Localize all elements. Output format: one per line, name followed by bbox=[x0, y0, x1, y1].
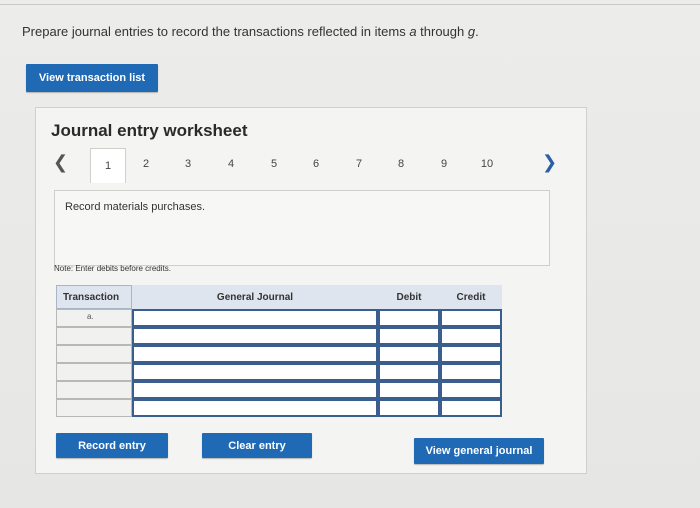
worksheet-title: Journal entry worksheet bbox=[51, 121, 248, 140]
table-row bbox=[56, 363, 502, 381]
credit-input[interactable] bbox=[440, 363, 502, 381]
header-general-journal: General Journal bbox=[132, 285, 378, 309]
table-row bbox=[56, 381, 502, 399]
transaction-cell bbox=[56, 399, 132, 417]
tab-10[interactable]: 10 bbox=[477, 158, 497, 170]
top-divider bbox=[0, 4, 700, 5]
header-transaction: Transaction bbox=[56, 285, 132, 309]
table-row bbox=[56, 399, 502, 417]
prompt-text-end: . bbox=[475, 24, 479, 39]
prompt-text: Prepare journal entries to record the tr… bbox=[22, 24, 410, 39]
transaction-cell bbox=[56, 345, 132, 363]
table-row: a. bbox=[56, 309, 502, 327]
tab-9[interactable]: 9 bbox=[434, 158, 454, 170]
credit-input[interactable] bbox=[440, 345, 502, 363]
account-select[interactable] bbox=[132, 345, 378, 363]
table-row bbox=[56, 345, 502, 363]
tab-2[interactable]: 2 bbox=[136, 158, 156, 170]
debit-input[interactable] bbox=[378, 345, 440, 363]
prompt-text-mid: through bbox=[416, 24, 468, 39]
transaction-description-box: Record materials purchases. bbox=[54, 190, 550, 266]
worksheet-tab-nav: ❮ 1 2 3 4 5 6 7 8 9 10 ❯ bbox=[36, 146, 586, 184]
clear-entry-button[interactable]: Clear entry bbox=[202, 433, 312, 458]
transaction-cell bbox=[56, 327, 132, 345]
account-select[interactable] bbox=[132, 381, 378, 399]
record-entry-button[interactable]: Record entry bbox=[56, 433, 168, 458]
credit-input[interactable] bbox=[440, 381, 502, 399]
transaction-description: Record materials purchases. bbox=[65, 201, 206, 213]
account-select[interactable] bbox=[132, 399, 378, 417]
tab-1[interactable]: 1 bbox=[90, 148, 126, 183]
header-credit: Credit bbox=[440, 285, 502, 309]
account-select[interactable] bbox=[132, 309, 378, 327]
debit-input[interactable] bbox=[378, 327, 440, 345]
view-general-journal-button[interactable]: View general journal bbox=[414, 438, 544, 464]
tab-6[interactable]: 6 bbox=[306, 158, 326, 170]
debit-input[interactable] bbox=[378, 399, 440, 417]
chevron-left-icon[interactable]: ❮ bbox=[53, 152, 68, 173]
header-debit: Debit bbox=[378, 285, 440, 309]
journal-entry-worksheet: Journal entry worksheet ❮ 1 2 3 4 5 6 7 … bbox=[35, 107, 587, 474]
debit-input[interactable] bbox=[378, 381, 440, 399]
transaction-cell bbox=[56, 363, 132, 381]
debit-input[interactable] bbox=[378, 309, 440, 327]
prompt-item-a: a bbox=[409, 24, 417, 39]
debit-input[interactable] bbox=[378, 363, 440, 381]
view-transaction-list-button[interactable]: View transaction list bbox=[26, 64, 158, 92]
tab-7[interactable]: 7 bbox=[349, 158, 369, 170]
credit-input[interactable] bbox=[440, 399, 502, 417]
entry-note: Note: Enter debits before credits. bbox=[54, 264, 171, 273]
tab-5[interactable]: 5 bbox=[264, 158, 284, 170]
credit-input[interactable] bbox=[440, 309, 502, 327]
chevron-right-icon[interactable]: ❯ bbox=[542, 152, 557, 173]
tab-3[interactable]: 3 bbox=[178, 158, 198, 170]
transaction-cell: a. bbox=[56, 309, 132, 327]
account-select[interactable] bbox=[132, 327, 378, 345]
credit-input[interactable] bbox=[440, 327, 502, 345]
table-row bbox=[56, 327, 502, 345]
account-select[interactable] bbox=[132, 363, 378, 381]
tab-4[interactable]: 4 bbox=[221, 158, 241, 170]
question-prompt: Prepare journal entries to record the tr… bbox=[22, 24, 479, 39]
tab-8[interactable]: 8 bbox=[391, 158, 411, 170]
transaction-cell bbox=[56, 381, 132, 399]
